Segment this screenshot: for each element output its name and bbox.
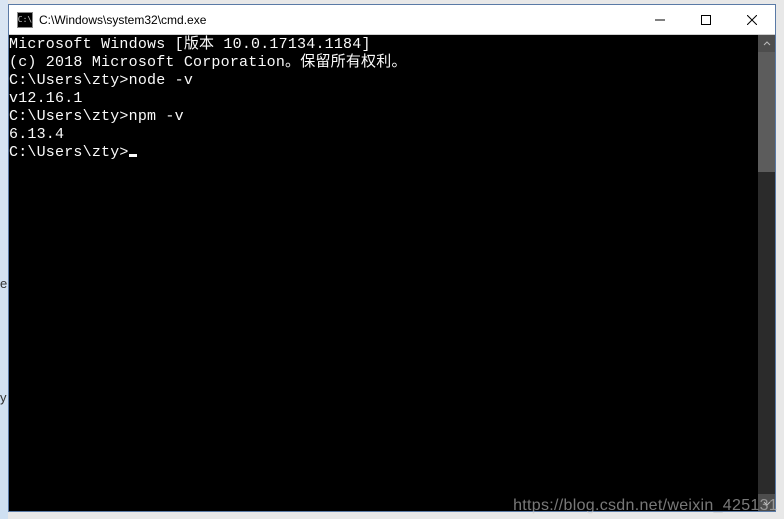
terminal-line: Microsoft Windows [版本 10.0.17134.1184] <box>9 36 758 54</box>
minimize-button[interactable] <box>637 5 683 34</box>
client-area: Microsoft Windows [版本 10.0.17134.1184](c… <box>9 35 775 511</box>
terminal-line: C:\Users\zty>npm -v <box>9 108 758 126</box>
titlebar[interactable]: C:\ C:\Windows\system32\cmd.exe <box>9 5 775 35</box>
terminal-line: C:\Users\zty>node -v <box>9 72 758 90</box>
chevron-down-icon <box>763 499 771 507</box>
window-controls <box>637 5 775 34</box>
vertical-scrollbar[interactable] <box>758 35 775 511</box>
cmd-window: C:\ C:\Windows\system32\cmd.exe Microsof… <box>8 4 776 512</box>
terminal-output[interactable]: Microsoft Windows [版本 10.0.17134.1184](c… <box>9 35 758 511</box>
background-fragment <box>0 0 8 519</box>
background-text-fragment: e <box>0 276 7 291</box>
terminal-line: v12.16.1 <box>9 90 758 108</box>
cmd-icon: C:\ <box>17 12 33 28</box>
close-button[interactable] <box>729 5 775 34</box>
minimize-icon <box>655 15 665 25</box>
terminal-line: (c) 2018 Microsoft Corporation。保留所有权利。 <box>9 54 758 72</box>
background-text-fragment: y <box>0 390 7 405</box>
maximize-button[interactable] <box>683 5 729 34</box>
terminal-line: 6.13.4 <box>9 126 758 144</box>
scroll-down-button[interactable] <box>758 494 775 511</box>
terminal-line: C:\Users\zty> <box>9 144 758 162</box>
scroll-thumb[interactable] <box>758 52 775 172</box>
close-icon <box>747 15 757 25</box>
scroll-track[interactable] <box>758 52 775 494</box>
cursor <box>129 154 137 157</box>
scroll-up-button[interactable] <box>758 35 775 52</box>
chevron-up-icon <box>763 40 771 48</box>
window-title: C:\Windows\system32\cmd.exe <box>39 13 637 27</box>
maximize-icon <box>701 15 711 25</box>
